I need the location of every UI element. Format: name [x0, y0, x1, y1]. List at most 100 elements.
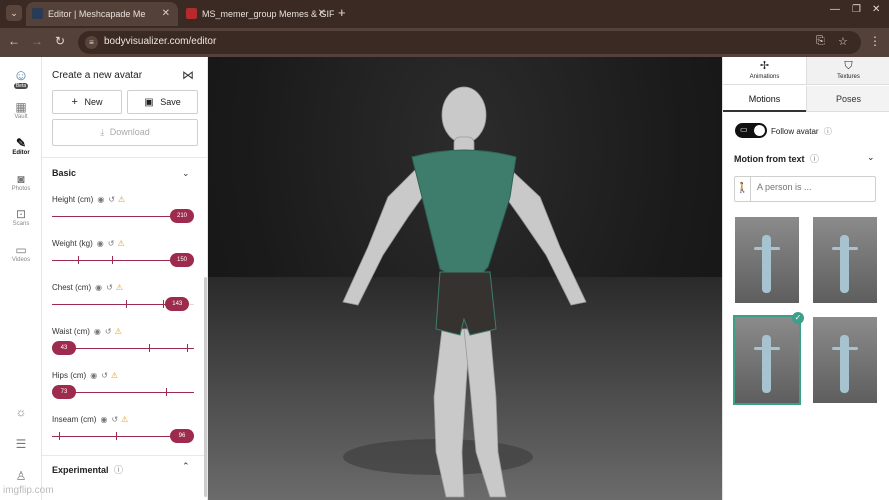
reload-button[interactable]: ↻ — [52, 34, 68, 48]
close-tab-icon[interactable]: ✕ — [162, 2, 170, 26]
subtab-motions[interactable]: Motions — [723, 86, 806, 112]
save-button[interactable]: ▣ Save — [127, 90, 198, 114]
close-tab-icon[interactable]: ✕ — [318, 2, 326, 26]
slider-tick — [59, 432, 61, 440]
browser-menu-icon[interactable]: ⋮ — [867, 34, 883, 48]
save-label: Save — [160, 97, 181, 107]
browser-tab-editor[interactable]: Editor | Meshcapade Me ✕ — [26, 2, 178, 26]
slider-thumb[interactable]: 143 — [165, 297, 190, 311]
motion-thumbnail[interactable] — [813, 217, 877, 303]
reset-icon[interactable]: ↺ — [108, 239, 115, 248]
install-app-icon[interactable]: ⎘ — [816, 35, 825, 48]
slider-track[interactable]: 43 — [52, 341, 194, 355]
slider-track[interactable]: 143 — [52, 297, 194, 311]
slider-thumb[interactable]: 73 — [52, 385, 76, 399]
browser-tab-memes[interactable]: MS_memer_group Memes & GIF ✕ — [180, 2, 334, 26]
tab-textures[interactable]: ⛉ Textures — [806, 57, 889, 85]
slider-track[interactable]: 96 — [52, 429, 194, 443]
restore-button[interactable]: ❐ — [852, 4, 861, 15]
motion-input[interactable] — [757, 182, 869, 192]
motion-thumbnail[interactable] — [813, 317, 877, 403]
slider-label-text: Waist (cm) — [52, 327, 90, 336]
reset-icon[interactable]: ↺ — [105, 327, 112, 336]
motion-thumbnail[interactable] — [735, 217, 799, 303]
new-tab-button[interactable]: + — [338, 2, 346, 24]
visibility-icon[interactable]: ◉ — [94, 327, 101, 336]
slider-thumb[interactable]: 43 — [52, 341, 76, 355]
subtab-poses[interactable]: Poses — [806, 86, 889, 112]
rail-item-editor[interactable]: ✎ Editor — [0, 136, 42, 156]
figure-arms — [832, 347, 858, 350]
rail-label: Videos — [11, 257, 31, 263]
address-bar[interactable]: ≡ bodyvisualizer.com/editor ⎘ ☆ — [78, 31, 861, 54]
slider-fill — [52, 216, 182, 217]
figure-preview — [840, 335, 849, 393]
visibility-icon[interactable]: ◉ — [97, 195, 104, 204]
panel-scrollbar[interactable] — [204, 277, 207, 497]
follow-avatar-toggle[interactable]: ▭ — [735, 123, 767, 138]
site-info-icon[interactable]: ≡ — [85, 36, 98, 49]
chevron-down-icon[interactable]: ⌄ — [182, 168, 190, 179]
avatar-figure[interactable] — [208, 57, 722, 500]
new-button[interactable]: + New — [52, 90, 122, 114]
slider-thumb[interactable]: 150 — [170, 253, 194, 267]
tab-title: MS_memer_group Memes & GIF — [202, 9, 334, 19]
warning-icon: ⚠ — [118, 195, 126, 204]
motion-thumbnail-selected[interactable] — [733, 315, 801, 405]
slider-label: Chest (cm) ◉ ↺ ⚠ — [52, 283, 123, 292]
motion-from-text-header[interactable]: Motion from text ⓘ — [734, 152, 819, 165]
reset-icon[interactable]: ↺ — [111, 415, 118, 424]
account-button[interactable]: ♙ — [0, 469, 42, 483]
minimize-button[interactable]: — — [830, 4, 840, 15]
app-logo[interactable]: ☺ Beta — [0, 68, 42, 89]
info-icon[interactable]: ⓘ — [114, 465, 123, 475]
download-button[interactable]: ⤓ Download — [52, 119, 198, 146]
back-button[interactable]: ← — [6, 34, 22, 48]
watermark: imgflip.com — [3, 485, 54, 496]
avatar-viewport[interactable] — [208, 57, 722, 500]
slider-track[interactable]: 73 — [52, 385, 194, 399]
visibility-icon[interactable]: ◉ — [100, 415, 107, 424]
info-icon[interactable]: ⓘ — [824, 127, 832, 136]
visibility-icon[interactable]: ◉ — [97, 239, 104, 248]
plus-icon: + — [71, 96, 78, 108]
slider-fill — [52, 304, 178, 305]
chevron-up-icon[interactable]: ⌃ — [182, 461, 190, 472]
slider-tick — [162, 300, 164, 308]
visibility-icon[interactable]: ◉ — [95, 283, 102, 292]
reset-icon[interactable]: ↺ — [108, 195, 115, 204]
slider-thumb[interactable]: 96 — [170, 429, 194, 443]
theme-toggle[interactable]: ☼ — [0, 405, 42, 419]
reset-icon[interactable]: ↺ — [101, 371, 108, 380]
slider-track[interactable]: 150 — [52, 253, 194, 267]
info-icon[interactable]: ⓘ — [810, 154, 819, 164]
visibility-icon[interactable]: ◉ — [90, 371, 97, 380]
reset-icon[interactable]: ↺ — [106, 283, 113, 292]
browser-toolbar: ← → ↻ ≡ bodyvisualizer.com/editor ⎘ ☆ ⋮ — [0, 28, 889, 57]
tab-animations[interactable]: ✢ Animations — [723, 57, 806, 85]
rail-label: Vault — [14, 114, 28, 120]
warning-icon: ⚠ — [115, 283, 123, 292]
bookmark-star-icon[interactable]: ☆ — [838, 35, 848, 48]
share-icon[interactable]: ⋈ — [182, 68, 194, 82]
slider-tick — [115, 432, 117, 440]
tab-search-button[interactable]: ⌄ — [6, 5, 22, 21]
forward-button[interactable]: → — [29, 34, 45, 48]
rail-item-photos[interactable]: ◙ Photos — [0, 172, 42, 192]
rail-item-videos[interactable]: ▭ Videos — [0, 243, 42, 263]
chevron-down-icon[interactable]: ⌄ — [867, 152, 875, 163]
figure-preview — [762, 335, 771, 393]
basic-section-header[interactable]: Basic — [52, 168, 76, 178]
rail-item-vault[interactable]: ▦ Vault — [0, 100, 42, 120]
tab-label: Animations — [749, 74, 780, 80]
motion-text-field[interactable]: 🚶 — [734, 176, 876, 202]
slider-thumb[interactable]: 210 — [170, 209, 194, 223]
slider-tick — [148, 344, 150, 352]
warning-icon: ⚠ — [114, 327, 122, 336]
experimental-section-header[interactable]: Experimental ⓘ — [52, 463, 123, 476]
layers-button[interactable]: ☰ — [0, 437, 42, 451]
rail-item-scans[interactable]: ⊡ Scans — [0, 207, 42, 227]
close-window-button[interactable]: ✕ — [872, 4, 880, 15]
slider-track[interactable]: 210 — [52, 209, 194, 223]
figure-arms — [754, 347, 780, 350]
